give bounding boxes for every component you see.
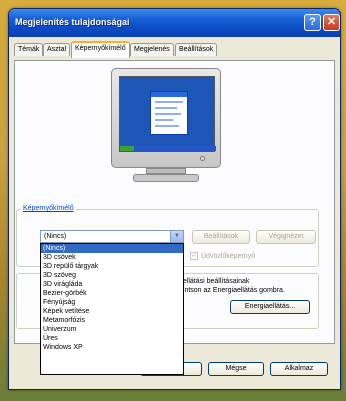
screensaver-selected-value: (Nincs)	[44, 233, 67, 240]
close-button[interactable]: ✕	[323, 14, 340, 31]
help-button[interactable]: ?	[304, 14, 321, 31]
dropdown-option[interactable]: 3D szöveg	[41, 271, 183, 280]
dropdown-option[interactable]: 3D repülő tárgyak	[41, 262, 183, 271]
power-led-icon	[200, 156, 205, 161]
dropdown-option[interactable]: 3D csövek	[41, 253, 183, 262]
dropdown-option[interactable]: Bezier-görbék	[41, 289, 183, 298]
screensaver-dropdown-list[interactable]: (Nincs) 3D csövek 3D repülő tárgyak 3D s…	[40, 243, 184, 375]
title-bar[interactable]: Megjelenítés tulajdonságai ? ✕	[9, 9, 340, 37]
monitor-preview	[111, 68, 221, 182]
dropdown-option[interactable]: Windows XP	[41, 343, 183, 352]
tab-appearance[interactable]: Megjelenés	[130, 43, 174, 56]
dropdown-option[interactable]: 3D virágláda	[41, 280, 183, 289]
apply-button[interactable]: Alkalmaz	[270, 362, 328, 376]
dropdown-option[interactable]: Metamorfózis	[41, 316, 183, 325]
dropdown-option[interactable]: Univerzum	[41, 325, 183, 334]
dropdown-option[interactable]: (Nincs)	[41, 244, 183, 253]
dropdown-option[interactable]: Képek vetítése	[41, 307, 183, 316]
tab-settings[interactable]: Beállítások	[175, 43, 218, 56]
chevron-down-icon[interactable]: ▼	[170, 231, 183, 242]
welcome-screen-label: Üdvözlőképernyő	[201, 252, 256, 260]
screensaver-select[interactable]: (Nincs) ▼	[40, 230, 184, 243]
dropdown-option[interactable]: Üres	[41, 334, 183, 343]
settings-button[interactable]: Beállítások	[192, 230, 250, 244]
cancel-button[interactable]: Mégse	[208, 362, 264, 376]
window-title: Megjelenítés tulajdonságai	[15, 17, 130, 27]
preview-screen	[119, 76, 216, 152]
energy-settings-button[interactable]: Energiaellátás...	[230, 300, 310, 314]
tab-desktop[interactable]: Asztal	[43, 43, 71, 56]
tab-themes[interactable]: Témák	[14, 43, 44, 56]
energy-description: áellátási beállításainak ttintson az Ene…	[179, 278, 285, 294]
tab-screensaver[interactable]: Képernyőkímélő	[71, 41, 130, 58]
dropdown-option[interactable]: Fényújság	[41, 298, 183, 307]
preview-button[interactable]: Végignézet	[256, 230, 316, 244]
checkbox-icon[interactable]: ✓	[190, 252, 198, 260]
welcome-screen-checkbox[interactable]: ✓ Üdvözlőképernyő	[190, 252, 255, 260]
screensaver-group-label: Képernyőkímélő	[21, 205, 76, 212]
